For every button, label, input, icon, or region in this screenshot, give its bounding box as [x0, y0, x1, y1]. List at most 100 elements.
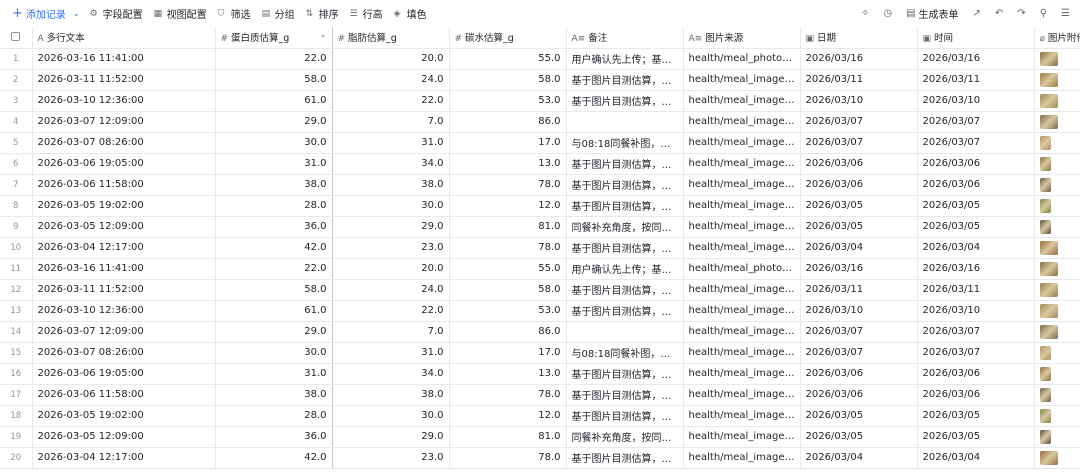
cell-image-source[interactable]: health/meal_images/20... [683, 90, 801, 112]
cell-time[interactable]: 2026/03/16 [917, 48, 1035, 70]
cell-carb[interactable]: 53.0 [449, 300, 567, 322]
cell-note[interactable]: 基于图片目测估算，低... [566, 153, 684, 175]
cell-note[interactable] [566, 321, 684, 343]
cell-carb[interactable]: 81.0 [449, 216, 567, 238]
cell-multiline-text[interactable]: 2026-03-05 12:09:00 [32, 426, 216, 448]
meal-photo-thumbnail[interactable] [1039, 177, 1051, 192]
cell-image-source[interactable]: health/meal_images/20... [683, 237, 801, 259]
cell-attachment[interactable] [1034, 300, 1080, 322]
cell-date[interactable]: 2026/03/06 [800, 363, 918, 385]
cell-attachment[interactable] [1034, 405, 1080, 427]
cell-protein[interactable]: 42.0 [215, 237, 333, 259]
cell-carb[interactable]: 13.0 [449, 153, 567, 175]
cell-fat[interactable]: 38.0 [332, 174, 450, 196]
cell-protein[interactable]: 22.0 [215, 48, 333, 70]
cell-image-source[interactable]: health/meal_images/20... [683, 363, 801, 385]
cell-carb[interactable]: 12.0 [449, 195, 567, 217]
cell-carb[interactable]: 12.0 [449, 405, 567, 427]
cell-note[interactable]: 用户确认先上传；基于... [566, 48, 684, 70]
table-row[interactable]: 13 2026-03-10 12:36:00 61.0 22.0 53.0 基于图片目测估… [0, 300, 1080, 322]
cell-note[interactable]: 与08:18同餐补图，按食... [566, 132, 684, 154]
cell-attachment[interactable] [1034, 279, 1080, 301]
cell-carb[interactable]: 17.0 [449, 342, 567, 364]
cell-note[interactable]: 与08:18同餐补图，按食... [566, 342, 684, 364]
cell-protein[interactable]: 30.0 [215, 342, 333, 364]
table-row[interactable]: 18 2026-03-05 19:02:00 28.0 30.0 12.0 基于图片目测估… [0, 405, 1080, 427]
cell-multiline-text[interactable]: 2026-03-06 19:05:00 [32, 363, 216, 385]
meal-photo-thumbnail[interactable] [1039, 51, 1058, 66]
cell-multiline-text[interactable]: 2026-03-10 12:36:00 [32, 300, 216, 322]
cell-protein[interactable]: 30.0 [215, 132, 333, 154]
cell-carb[interactable]: 78.0 [449, 237, 567, 259]
cell-time[interactable]: 2026/03/07 [917, 111, 1035, 133]
cell-fat[interactable]: 30.0 [332, 195, 450, 217]
cell-attachment[interactable] [1034, 321, 1080, 343]
cell-date[interactable]: 2026/03/05 [800, 195, 918, 217]
cell-time[interactable]: 2026/03/06 [917, 174, 1035, 196]
cell-multiline-text[interactable]: 2026-03-07 08:26:00 [32, 342, 216, 364]
cell-fat[interactable]: 23.0 [332, 447, 450, 469]
cell-time[interactable]: 2026/03/06 [917, 384, 1035, 406]
sparkle-icon[interactable]: ✧ [861, 8, 869, 19]
cell-image-source[interactable]: health/meal_images/20... [683, 321, 801, 343]
cell-image-source[interactable]: health/meal_images/20... [683, 195, 801, 217]
column-header-date[interactable]: ▣ 日期 [800, 27, 918, 49]
cell-image-source[interactable]: health/meal_images/20... [683, 384, 801, 406]
cell-carb[interactable]: 78.0 [449, 174, 567, 196]
cell-protein[interactable]: 38.0 [215, 174, 333, 196]
cell-attachment[interactable] [1034, 426, 1080, 448]
cell-fat[interactable]: 7.0 [332, 111, 450, 133]
undo-icon[interactable]: ↶ [995, 8, 1003, 19]
cell-image-source[interactable]: health/meal_images/20... [683, 342, 801, 364]
cell-note[interactable]: 基于图片目测估算，低... [566, 405, 684, 427]
cell-date[interactable]: 2026/03/07 [800, 321, 918, 343]
cell-protein[interactable]: 61.0 [215, 300, 333, 322]
cell-date[interactable]: 2026/03/04 [800, 447, 918, 469]
cell-image-source[interactable]: health/meal_photos/202... [683, 258, 801, 280]
meal-photo-thumbnail[interactable] [1039, 219, 1051, 234]
cell-attachment[interactable] [1034, 216, 1080, 238]
cell-image-source[interactable]: health/meal_images/20... [683, 132, 801, 154]
cell-multiline-text[interactable]: 2026-03-06 19:05:00 [32, 153, 216, 175]
cell-fat[interactable]: 30.0 [332, 405, 450, 427]
cell-protein[interactable]: 36.0 [215, 426, 333, 448]
cell-attachment[interactable] [1034, 363, 1080, 385]
cell-time[interactable]: 2026/03/07 [917, 342, 1035, 364]
cell-date[interactable]: 2026/03/06 [800, 153, 918, 175]
cell-protein[interactable]: 38.0 [215, 384, 333, 406]
cell-fat[interactable]: 24.0 [332, 69, 450, 91]
cell-image-source[interactable]: health/meal_images/20... [683, 426, 801, 448]
toolbar-view-config-button[interactable]: ▦ 视图配置 [154, 6, 207, 22]
meal-photo-thumbnail[interactable] [1039, 156, 1051, 171]
cell-attachment[interactable] [1034, 384, 1080, 406]
cell-date[interactable]: 2026/03/10 [800, 90, 918, 112]
meal-photo-thumbnail[interactable] [1039, 345, 1051, 360]
cell-attachment[interactable] [1034, 90, 1080, 112]
cell-attachment[interactable] [1034, 195, 1080, 217]
cell-fat[interactable]: 29.0 [332, 216, 450, 238]
column-header-image-source[interactable]: A≡ 图片来源 [683, 27, 801, 49]
cell-time[interactable]: 2026/03/06 [917, 363, 1035, 385]
cell-protein[interactable]: 58.0 [215, 69, 333, 91]
add-record-button[interactable]: + 添加记录 ⌄ [12, 6, 80, 22]
cell-image-source[interactable]: health/meal_images/20... [683, 174, 801, 196]
cell-image-source[interactable]: health/meal_images/20... [683, 153, 801, 175]
cell-fat[interactable]: 34.0 [332, 363, 450, 385]
cell-carb[interactable]: 78.0 [449, 447, 567, 469]
cell-protein[interactable]: 36.0 [215, 216, 333, 238]
cell-carb[interactable]: 53.0 [449, 90, 567, 112]
chevron-down-icon[interactable]: ⌄ [73, 9, 80, 18]
table-row[interactable]: 19 2026-03-05 12:09:00 36.0 29.0 81.0 同餐补充角度，… [0, 426, 1080, 448]
cell-multiline-text[interactable]: 2026-03-04 12:17:00 [32, 447, 216, 469]
cell-image-source[interactable]: health/meal_photos/202... [683, 48, 801, 70]
select-all-checkbox[interactable] [0, 27, 33, 49]
cell-date[interactable]: 2026/03/11 [800, 279, 918, 301]
cell-attachment[interactable] [1034, 174, 1080, 196]
toolbar-fill-color-button[interactable]: ◈ 填色 [394, 6, 427, 22]
cell-note[interactable]: 基于图片目测估算，肉... [566, 384, 684, 406]
cell-time[interactable]: 2026/03/10 [917, 300, 1035, 322]
cell-note[interactable]: 基于图片目测估算，误... [566, 237, 684, 259]
cell-date[interactable]: 2026/03/07 [800, 111, 918, 133]
cell-protein[interactable]: 28.0 [215, 195, 333, 217]
column-header-fat[interactable]: # 脂肪估算_g [332, 27, 450, 49]
